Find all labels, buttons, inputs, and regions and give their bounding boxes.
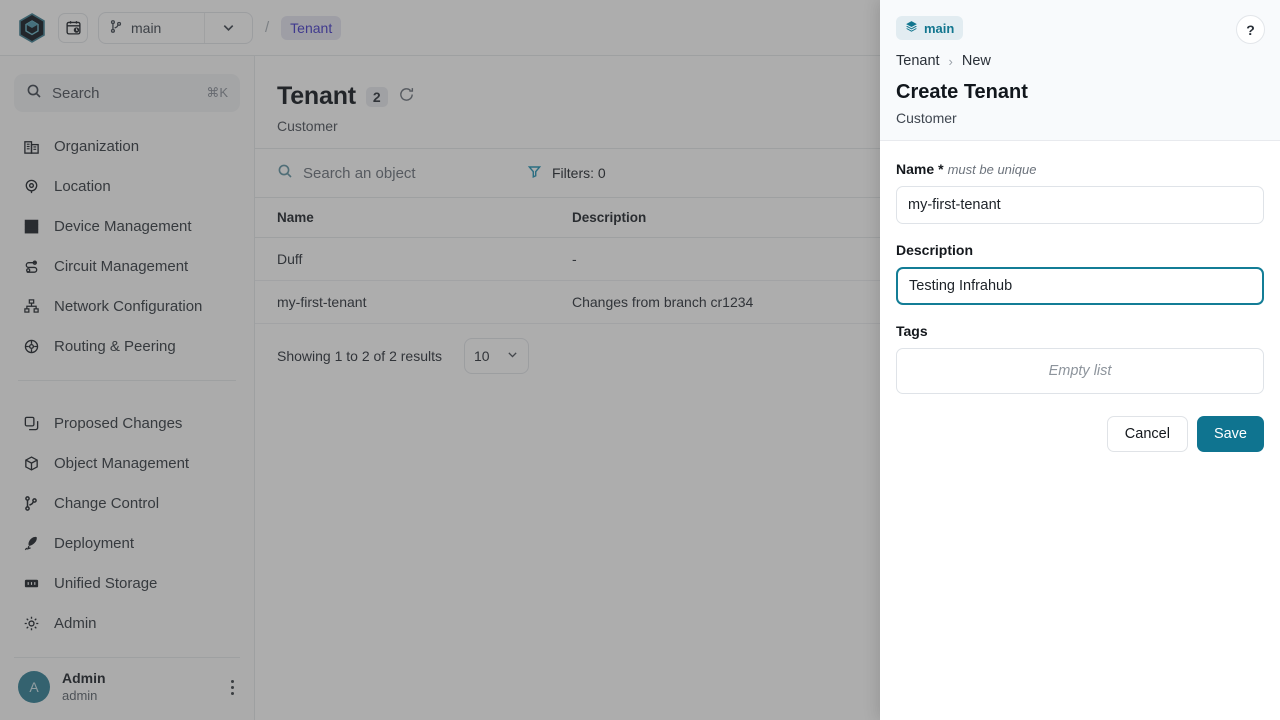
field-name: Name* must be unique my-first-tenant — [896, 161, 1264, 224]
field-description: Description Testing Infrahub — [896, 242, 1264, 305]
field-label-tags: Tags — [896, 323, 1264, 339]
label-text: Name — [896, 161, 934, 177]
panel-form: Name* must be unique my-first-tenant Desc… — [880, 141, 1280, 720]
create-tenant-panel: main ? Tenant › New Create Tenant Custom… — [880, 0, 1280, 720]
required-marker: * — [938, 161, 943, 177]
panel-header: main ? Tenant › New Create Tenant Custom… — [880, 0, 1280, 141]
panel-branch-label: main — [924, 21, 954, 36]
layers-icon — [905, 20, 918, 36]
save-button[interactable]: Save — [1197, 416, 1264, 452]
panel-breadcrumb: Tenant › New — [896, 53, 1264, 69]
field-hint-name: must be unique — [948, 162, 1037, 177]
modal-backdrop[interactable] — [0, 0, 880, 720]
app-root: main / Tenant Search ⌘K — [0, 0, 1280, 720]
breadcrumb-chevron-icon: › — [949, 54, 953, 69]
tags-input[interactable]: Empty list — [896, 348, 1264, 394]
help-button[interactable]: ? — [1236, 15, 1265, 44]
cancel-button[interactable]: Cancel — [1107, 416, 1188, 452]
breadcrumb-current: New — [962, 53, 991, 69]
breadcrumb-parent[interactable]: Tenant — [896, 53, 940, 69]
field-tags: Tags Empty list — [896, 323, 1264, 394]
field-label-name: Name* must be unique — [896, 161, 1264, 177]
name-input[interactable]: my-first-tenant — [896, 186, 1264, 224]
field-label-description: Description — [896, 242, 1264, 258]
description-input[interactable]: Testing Infrahub — [896, 267, 1264, 305]
panel-actions: Cancel Save — [896, 416, 1264, 452]
panel-branch-chip[interactable]: main — [896, 16, 963, 40]
panel-subtitle: Customer — [896, 110, 1264, 126]
panel-title: Create Tenant — [896, 81, 1264, 104]
